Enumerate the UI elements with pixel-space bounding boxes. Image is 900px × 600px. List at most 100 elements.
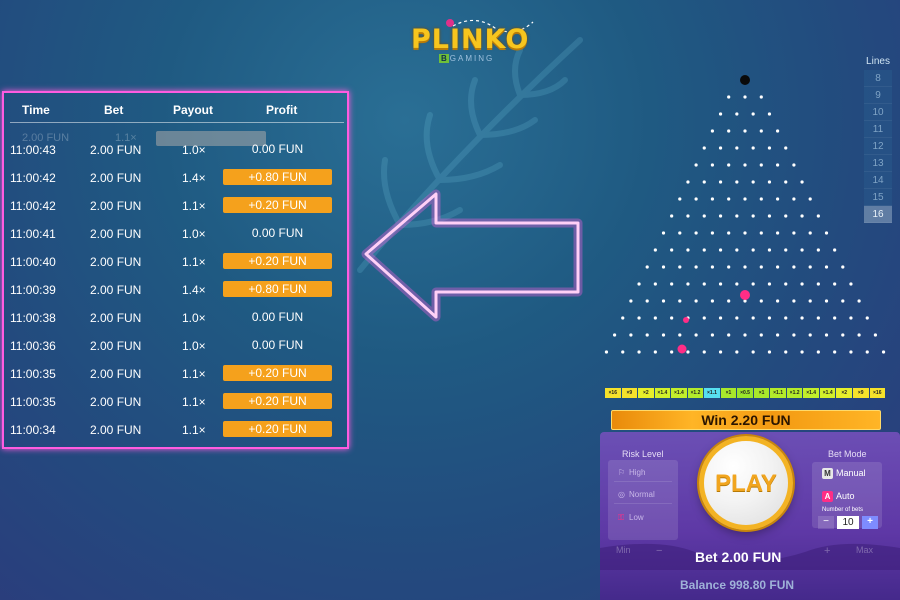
- peg: [833, 248, 837, 252]
- peg: [645, 333, 649, 337]
- plinko-ball: [740, 290, 750, 300]
- increase-bet-button[interactable]: +: [824, 545, 830, 557]
- peg: [808, 231, 812, 235]
- history-row: 11:00:42 2.00 FUN 1.1× +0.20 FUN: [10, 197, 344, 215]
- peg: [816, 248, 820, 252]
- ball-drop-hole: [740, 75, 750, 85]
- peg: [800, 282, 804, 286]
- multiplier-slot: ×1.2: [786, 388, 803, 398]
- history-payout: 1.1×: [182, 423, 206, 437]
- peg: [776, 197, 780, 201]
- peg: [792, 197, 796, 201]
- peg: [776, 231, 780, 235]
- peg: [694, 333, 698, 337]
- multiplier-slot: ×16: [605, 388, 621, 398]
- history-time: 11:00:35: [10, 367, 56, 381]
- history-bet: 2.00 FUN: [90, 171, 142, 185]
- logo-brand-text: GAMING: [449, 54, 495, 63]
- peg: [629, 299, 633, 303]
- peg: [833, 282, 837, 286]
- history-profit: 0.00 FUN: [251, 338, 304, 352]
- auto-key-icon: A: [822, 491, 833, 502]
- peg: [710, 163, 714, 167]
- history-bet: 2.00 FUN: [90, 143, 142, 157]
- bet-history-panel: Time Bet Payout Profit 2.00 FUN 1.1× 11:…: [2, 91, 349, 449]
- peg: [694, 231, 698, 235]
- peg: [670, 282, 674, 286]
- bets-increment-button[interactable]: +: [862, 516, 878, 529]
- risk-normal-option[interactable]: ◎ Normal: [614, 486, 672, 504]
- peg: [670, 316, 674, 320]
- risk-high-label: High: [629, 468, 646, 477]
- history-bet: 2.00 FUN: [90, 367, 142, 381]
- peg: [718, 282, 723, 286]
- peg: [776, 265, 780, 269]
- history-time: 11:00:39: [10, 283, 56, 297]
- peg: [686, 214, 690, 218]
- history-row: 11:00:35 2.00 FUN 1.1× +0.20 FUN: [10, 393, 344, 411]
- peg: [718, 112, 723, 116]
- decrease-bet-button[interactable]: −: [656, 545, 662, 557]
- history-profit: +0.20 FUN: [223, 253, 332, 269]
- peg: [751, 146, 755, 150]
- multiplier-slot: ×1.4: [819, 388, 836, 398]
- risk-normal-label: Normal: [629, 490, 655, 499]
- play-button[interactable]: PLAY: [699, 436, 793, 530]
- history-profit: +0.20 FUN: [223, 421, 332, 437]
- peg: [743, 197, 747, 201]
- history-time: 11:00:41: [10, 227, 56, 241]
- history-row: 11:00:43 2.00 FUN 1.0× 0.00 FUN: [10, 141, 344, 159]
- peg: [718, 146, 723, 150]
- peg: [637, 282, 641, 286]
- bets-count-value[interactable]: 10: [837, 516, 859, 529]
- peg: [824, 231, 829, 235]
- peg: [808, 299, 812, 303]
- peg: [824, 265, 829, 269]
- peg: [751, 350, 755, 354]
- peg: [767, 214, 772, 218]
- peg: [727, 163, 731, 167]
- plinko-logo: PLINKO B GAMING: [405, 18, 535, 68]
- peg: [718, 350, 723, 354]
- peg: [808, 333, 812, 337]
- auto-mode-option[interactable]: A Auto: [822, 491, 855, 502]
- peg: [808, 197, 812, 201]
- peg: [710, 129, 714, 133]
- peg: [824, 299, 829, 303]
- peg: [776, 163, 780, 167]
- peg: [735, 282, 739, 286]
- peg: [849, 316, 853, 320]
- multiplier-slot: ×2: [836, 388, 852, 398]
- manual-mode-option[interactable]: M Manual: [822, 468, 866, 479]
- peg: [784, 316, 788, 320]
- peg: [653, 282, 657, 286]
- min-bet-button[interactable]: Min: [616, 545, 631, 555]
- history-time: 11:00:42: [10, 199, 56, 213]
- history-time: 11:00:42: [10, 171, 56, 185]
- risk-low-option[interactable]: ⚿ Low: [614, 509, 672, 527]
- peg: [800, 316, 804, 320]
- peg: [759, 231, 763, 235]
- history-payout: 1.1×: [182, 255, 206, 269]
- peg: [767, 180, 772, 184]
- history-bet: 2.00 FUN: [90, 311, 142, 325]
- peg: [824, 333, 829, 337]
- peg: [645, 265, 649, 269]
- peg: [686, 350, 690, 354]
- peg: [751, 248, 755, 252]
- peg: [686, 180, 690, 184]
- peg: [670, 248, 674, 252]
- history-profit: 0.00 FUN: [251, 142, 304, 156]
- history-time: 11:00:38: [10, 311, 56, 325]
- bets-decrement-button[interactable]: −: [818, 516, 834, 529]
- risk-low-icon: ⚿: [618, 513, 625, 522]
- multiplier-slot: ×1.2: [687, 388, 704, 398]
- peg: [727, 265, 731, 269]
- peg: [735, 180, 739, 184]
- logo-brand-badge: B: [439, 54, 449, 63]
- peg: [759, 163, 763, 167]
- risk-high-option[interactable]: ⚐ High: [614, 464, 672, 482]
- max-bet-button[interactable]: Max: [856, 545, 873, 555]
- peg: [727, 299, 731, 303]
- multiplier-slot: ×1: [753, 388, 770, 398]
